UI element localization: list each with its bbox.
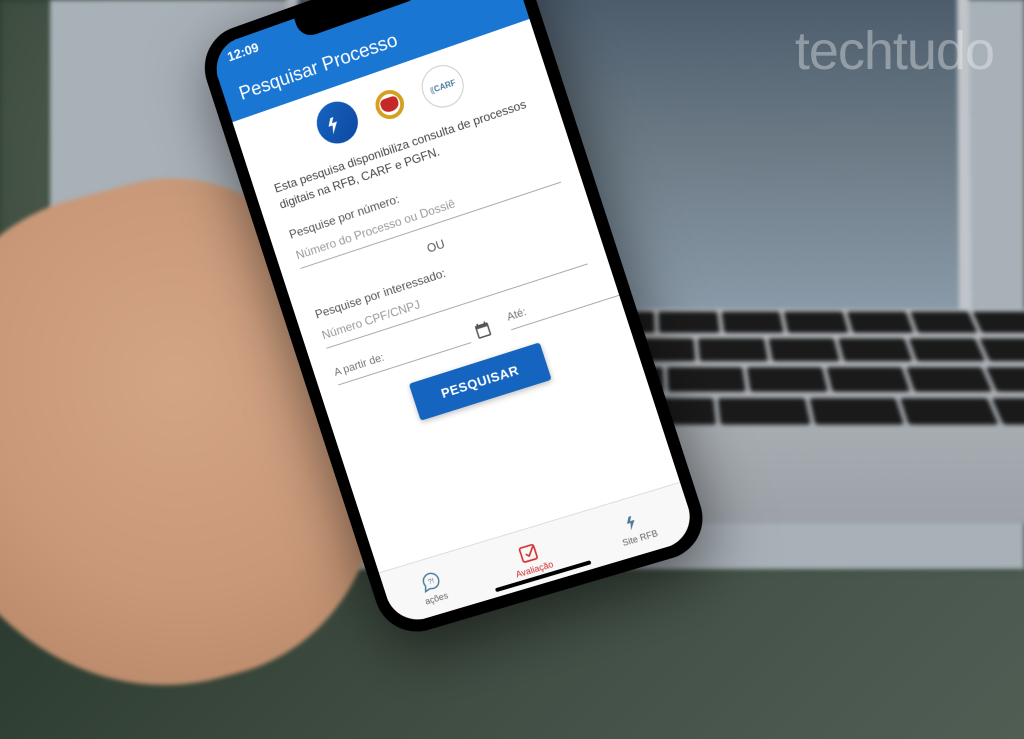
status-time: 12:09 [225,39,260,64]
nav-item-acoes[interactable]: ?! ações [416,567,449,606]
nav-item-site-rfb[interactable]: Site RFB [613,504,659,547]
carf-emblem-icon [364,78,416,132]
bottom-nav: ?! ações Avaliação Site RFB [379,482,698,627]
calendar-icon[interactable] [471,318,494,341]
carf-logo-icon: ((CARF [416,59,469,113]
watermark-text: techtudo [795,20,994,82]
rfb-logo-icon [311,96,363,149]
svg-text:?!: ?! [427,575,435,585]
